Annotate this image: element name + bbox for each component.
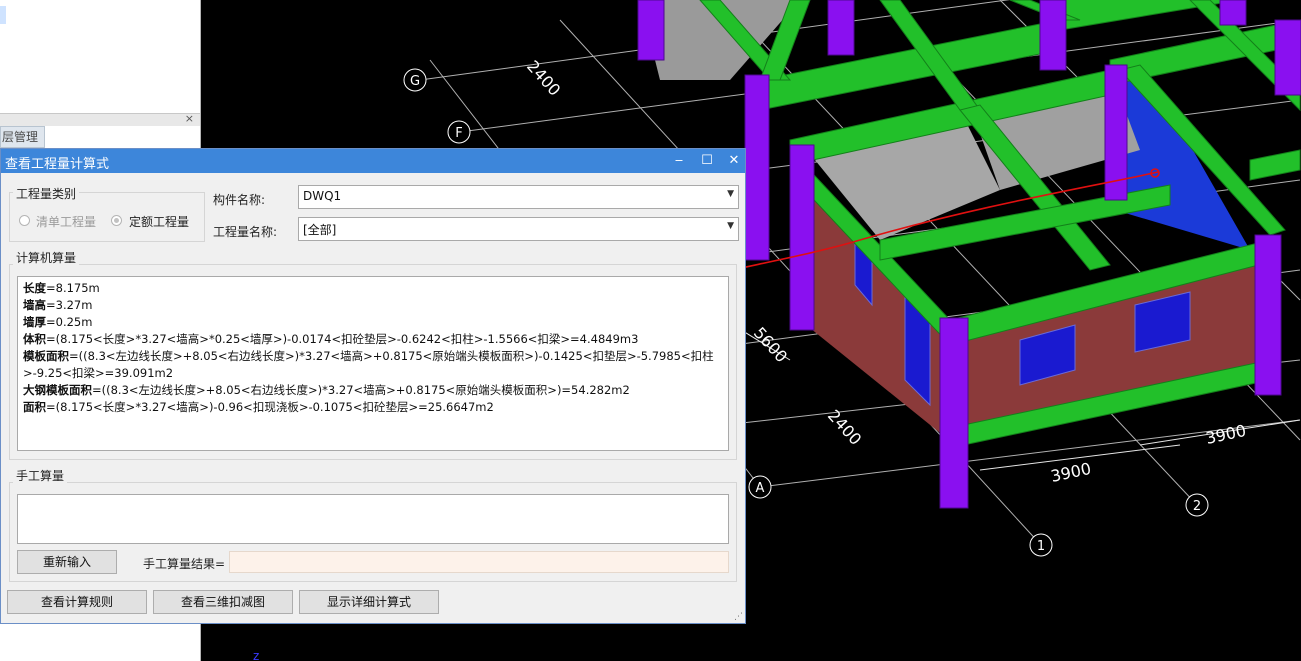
grid-label-1: 1	[1029, 533, 1053, 557]
view-rules-button[interactable]: 查看计算规则	[7, 590, 147, 614]
quantity-name-select[interactable]: [全部] ▼	[298, 217, 739, 241]
manual-result-field	[229, 551, 729, 573]
grid-label-2: 2	[1185, 493, 1209, 517]
formula-line: 模板面积=((8.3<左边线长度>+8.05<右边线长度>)*3.27<墙高>+…	[23, 349, 714, 380]
manual-result-label: 手工算量结果=	[143, 557, 226, 571]
formula-line: 面积=(8.175<长度>*3.27<墙高>)-0.96<扣现浇板>-0.107…	[23, 400, 494, 414]
svg-text:A: A	[756, 481, 765, 496]
component-name-value: DWQ1	[303, 189, 342, 203]
quantity-name-value: [全部]	[303, 223, 337, 237]
component-name-select[interactable]: DWQ1 ▼	[298, 185, 739, 209]
chevron-down-icon: ▼	[727, 189, 734, 199]
axis-z-mark: z	[253, 649, 259, 661]
maximize-button[interactable]: ☐	[697, 151, 717, 171]
svg-text:2: 2	[1193, 499, 1201, 514]
radio-bill-quantity-label: 清单工程量	[36, 215, 97, 229]
quantity-formula-dialog: 查看工程量计算式 ‒ ☐ ✕ 工程量类别 清单工程量 定额工程量 构件名称: D…	[0, 148, 746, 624]
manual-calc-input[interactable]	[17, 494, 729, 544]
grid-label-G: G	[403, 68, 427, 92]
formula-line: 大钢模板面积=((8.3<左边线长度>+8.05<右边线长度>)*3.27<墙高…	[23, 383, 630, 397]
chevron-down-icon: ▼	[727, 221, 734, 231]
category-legend: 工程量类别	[13, 185, 80, 202]
resize-grip-icon[interactable]: ⋰	[734, 612, 743, 622]
reenter-button[interactable]: 重新输入	[17, 550, 117, 574]
formula-line: 长度=8.175m	[23, 281, 100, 295]
view-3d-deduction-button[interactable]: 查看三维扣减图	[153, 590, 293, 614]
radio-bill-quantity[interactable]	[19, 215, 30, 226]
dialog-titlebar[interactable]: 查看工程量计算式 ‒ ☐ ✕	[1, 149, 745, 173]
selected-row-highlight	[0, 6, 6, 24]
dialog-title: 查看工程量计算式	[5, 157, 110, 172]
svg-text:F: F	[455, 126, 462, 141]
show-detail-formula-button[interactable]: 显示详细计算式	[299, 590, 439, 614]
dock-close-icon[interactable]: ×	[185, 112, 194, 125]
formula-textarea[interactable]: 长度=8.175m 墙高=3.27m 墙厚=0.25m 体积=(8.175<长度…	[17, 276, 729, 451]
radio-quota-quantity-label: 定额工程量	[129, 215, 190, 229]
minimize-button[interactable]: ‒	[669, 151, 689, 171]
computer-calc-legend: 计算机算量	[13, 249, 80, 266]
svg-text:G: G	[410, 74, 420, 89]
component-name-label: 构件名称:	[213, 193, 266, 207]
svg-text:1: 1	[1037, 539, 1045, 554]
formula-line: 墙高=3.27m	[23, 298, 93, 312]
tab-layer-management[interactable]: 层管理	[0, 126, 45, 148]
grid-label-A: A	[748, 475, 772, 499]
radio-quota-quantity[interactable]	[111, 215, 122, 226]
manual-calc-legend: 手工算量	[13, 467, 68, 484]
formula-line: 体积=(8.175<长度>*3.27<墙高>*0.25<墙厚>)-0.0174<…	[23, 332, 639, 346]
formula-line: 墙厚=0.25m	[23, 315, 93, 329]
grid-label-F: F	[447, 120, 471, 144]
dock-header	[0, 113, 200, 126]
quantity-name-label: 工程量名称:	[213, 225, 278, 239]
close-button[interactable]: ✕	[724, 151, 744, 171]
